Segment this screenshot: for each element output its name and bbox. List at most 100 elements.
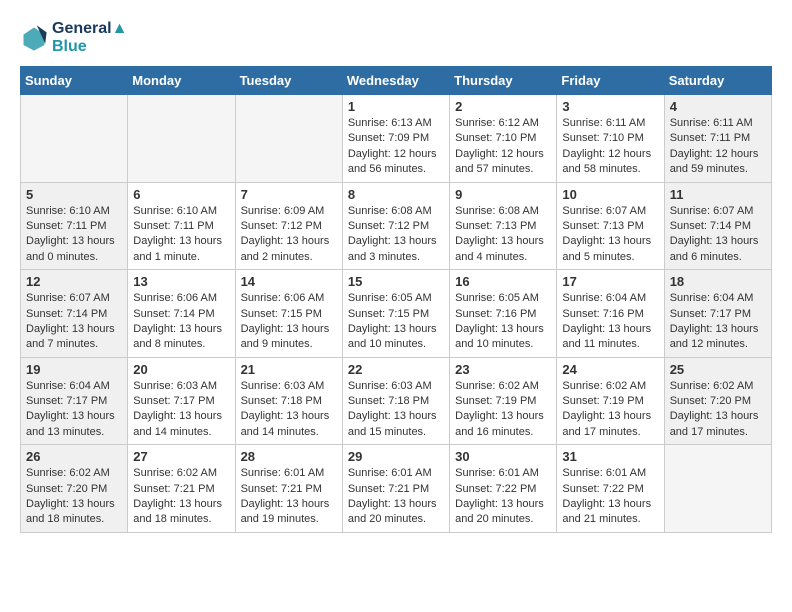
logo: General▲ Blue [20, 20, 127, 56]
calendar-cell: 17 Sunrise: 6:04 AM Sunset: 7:16 PM Dayli… [557, 270, 664, 358]
day-number: 26 [26, 449, 122, 464]
calendar-cell: 8Sunrise: 6:08 AM Sunset: 7:12 PM Daylig… [342, 182, 449, 270]
cell-info: Sunrise: 6:01 AM Sunset: 7:22 PM Dayligh… [455, 466, 551, 528]
calendar-cell: 24 Sunrise: 6:02 AM Sunset: 7:19 PM Dayli… [557, 357, 664, 445]
cell-info: Sunrise: 6:02 AM Sunset: 7:21 PM Dayligh… [133, 466, 229, 528]
calendar-cell [235, 95, 342, 183]
day-number: 1 [348, 99, 444, 114]
cell-info: Sunrise: 6:05 AM Sunset: 7:16 PM Dayligh… [455, 291, 551, 353]
day-number: 13 [133, 274, 229, 289]
cell-info: Sunrise: 6:02 AM Sunset: 7:20 PM Dayligh… [26, 466, 122, 528]
cell-info: Sunrise: 6:02 AM Sunset: 7:20 PM Dayligh… [670, 379, 766, 441]
cell-info: Sunrise: 6:07 AM Sunset: 7:14 PM Dayligh… [26, 291, 122, 353]
cell-info: Sunrise: 6:01 AM Sunset: 7:22 PM Dayligh… [562, 466, 658, 528]
calendar-cell: 2 Sunrise: 6:12 AM Sunset: 7:10 PM Daylig… [450, 95, 557, 183]
day-header-thursday: Thursday [450, 67, 557, 95]
calendar-cell: 1 Sunrise: 6:13 AM Sunset: 7:09 PM Daylig… [342, 95, 449, 183]
calendar-cell: 11 Sunrise: 6:07 AM Sunset: 7:14 PM Dayli… [664, 182, 771, 270]
header-row: SundayMondayTuesdayWednesdayThursdayFrid… [21, 67, 772, 95]
calendar-cell: 9 Sunrise: 6:08 AM Sunset: 7:13 PM Daylig… [450, 182, 557, 270]
cell-info: Sunrise: 6:05 AM Sunset: 7:15 PM Dayligh… [348, 291, 444, 353]
day-number: 15 [348, 274, 444, 289]
day-header-tuesday: Tuesday [235, 67, 342, 95]
calendar-cell [128, 95, 235, 183]
cell-info: Sunrise: 6:10 AM Sunset: 7:11 PM Dayligh… [26, 204, 122, 266]
calendar-week-4: 19 Sunrise: 6:04 AM Sunset: 7:17 PM Dayli… [21, 357, 772, 445]
calendar-cell: 30 Sunrise: 6:01 AM Sunset: 7:22 PM Dayli… [450, 445, 557, 533]
day-number: 4 [670, 99, 766, 114]
day-number: 5 [26, 187, 122, 202]
calendar-cell: 12Sunrise: 6:07 AM Sunset: 7:14 PM Dayli… [21, 270, 128, 358]
calendar-cell: 5 Sunrise: 6:10 AM Sunset: 7:11 PM Daylig… [21, 182, 128, 270]
day-number: 30 [455, 449, 551, 464]
calendar-week-3: 12Sunrise: 6:07 AM Sunset: 7:14 PM Dayli… [21, 270, 772, 358]
day-header-sunday: Sunday [21, 67, 128, 95]
calendar-cell [664, 445, 771, 533]
calendar-cell: 18Sunrise: 6:04 AM Sunset: 7:17 PM Dayli… [664, 270, 771, 358]
day-number: 6 [133, 187, 229, 202]
calendar-cell: 14Sunrise: 6:06 AM Sunset: 7:15 PM Dayli… [235, 270, 342, 358]
cell-info: Sunrise: 6:11 AM Sunset: 7:11 PM Dayligh… [670, 116, 766, 178]
cell-info: Sunrise: 6:08 AM Sunset: 7:13 PM Dayligh… [455, 204, 551, 266]
calendar-cell: 3 Sunrise: 6:11 AM Sunset: 7:10 PM Daylig… [557, 95, 664, 183]
cell-info: Sunrise: 6:04 AM Sunset: 7:16 PM Dayligh… [562, 291, 658, 353]
day-number: 7 [241, 187, 337, 202]
day-number: 3 [562, 99, 658, 114]
day-number: 11 [670, 187, 766, 202]
cell-info: Sunrise: 6:13 AM Sunset: 7:09 PM Dayligh… [348, 116, 444, 178]
day-number: 14 [241, 274, 337, 289]
calendar-cell: 16Sunrise: 6:05 AM Sunset: 7:16 PM Dayli… [450, 270, 557, 358]
calendar-week-5: 26 Sunrise: 6:02 AM Sunset: 7:20 PM Dayli… [21, 445, 772, 533]
day-number: 19 [26, 362, 122, 377]
day-number: 23 [455, 362, 551, 377]
calendar-week-2: 5 Sunrise: 6:10 AM Sunset: 7:11 PM Daylig… [21, 182, 772, 270]
day-header-saturday: Saturday [664, 67, 771, 95]
cell-info: Sunrise: 6:03 AM Sunset: 7:18 PM Dayligh… [348, 379, 444, 441]
cell-info: Sunrise: 6:01 AM Sunset: 7:21 PM Dayligh… [348, 466, 444, 528]
cell-info: Sunrise: 6:11 AM Sunset: 7:10 PM Dayligh… [562, 116, 658, 178]
day-header-wednesday: Wednesday [342, 67, 449, 95]
cell-info: Sunrise: 6:07 AM Sunset: 7:13 PM Dayligh… [562, 204, 658, 266]
calendar-cell: 21 Sunrise: 6:03 AM Sunset: 7:18 PM Dayli… [235, 357, 342, 445]
day-number: 29 [348, 449, 444, 464]
day-number: 31 [562, 449, 658, 464]
day-number: 17 [562, 274, 658, 289]
calendar-cell: 6 Sunrise: 6:10 AM Sunset: 7:11 PM Daylig… [128, 182, 235, 270]
day-number: 27 [133, 449, 229, 464]
calendar-cell: 23 Sunrise: 6:02 AM Sunset: 7:19 PM Dayli… [450, 357, 557, 445]
day-number: 2 [455, 99, 551, 114]
calendar-cell: 31 Sunrise: 6:01 AM Sunset: 7:22 PM Dayli… [557, 445, 664, 533]
calendar-cell: 29 Sunrise: 6:01 AM Sunset: 7:21 PM Dayli… [342, 445, 449, 533]
calendar-cell: 20 Sunrise: 6:03 AM Sunset: 7:17 PM Dayli… [128, 357, 235, 445]
calendar-cell: 10 Sunrise: 6:07 AM Sunset: 7:13 PM Dayli… [557, 182, 664, 270]
calendar-cell: 19 Sunrise: 6:04 AM Sunset: 7:17 PM Dayli… [21, 357, 128, 445]
day-number: 24 [562, 362, 658, 377]
cell-info: Sunrise: 6:08 AM Sunset: 7:12 PM Dayligh… [348, 204, 444, 266]
calendar-table: SundayMondayTuesdayWednesdayThursdayFrid… [20, 66, 772, 533]
day-header-monday: Monday [128, 67, 235, 95]
calendar-cell: 27 Sunrise: 6:02 AM Sunset: 7:21 PM Dayli… [128, 445, 235, 533]
day-number: 22 [348, 362, 444, 377]
day-number: 20 [133, 362, 229, 377]
cell-info: Sunrise: 6:03 AM Sunset: 7:17 PM Dayligh… [133, 379, 229, 441]
cell-info: Sunrise: 6:07 AM Sunset: 7:14 PM Dayligh… [670, 204, 766, 266]
cell-info: Sunrise: 6:06 AM Sunset: 7:14 PM Dayligh… [133, 291, 229, 353]
cell-info: Sunrise: 6:02 AM Sunset: 7:19 PM Dayligh… [562, 379, 658, 441]
cell-info: Sunrise: 6:12 AM Sunset: 7:10 PM Dayligh… [455, 116, 551, 178]
calendar-cell: 28Sunrise: 6:01 AM Sunset: 7:21 PM Dayli… [235, 445, 342, 533]
logo-icon [20, 24, 48, 52]
day-number: 21 [241, 362, 337, 377]
calendar-cell: 7Sunrise: 6:09 AM Sunset: 7:12 PM Daylig… [235, 182, 342, 270]
page: General▲ Blue SundayMondayTuesdayWednesd… [0, 0, 792, 553]
calendar-cell: 26 Sunrise: 6:02 AM Sunset: 7:20 PM Dayli… [21, 445, 128, 533]
cell-info: Sunrise: 6:10 AM Sunset: 7:11 PM Dayligh… [133, 204, 229, 266]
cell-info: Sunrise: 6:04 AM Sunset: 7:17 PM Dayligh… [26, 379, 122, 441]
day-number: 9 [455, 187, 551, 202]
calendar-cell: 13 Sunrise: 6:06 AM Sunset: 7:14 PM Dayli… [128, 270, 235, 358]
calendar-cell [21, 95, 128, 183]
cell-info: Sunrise: 6:02 AM Sunset: 7:19 PM Dayligh… [455, 379, 551, 441]
logo-text: General▲ Blue [52, 20, 127, 56]
cell-info: Sunrise: 6:03 AM Sunset: 7:18 PM Dayligh… [241, 379, 337, 441]
day-number: 10 [562, 187, 658, 202]
cell-info: Sunrise: 6:01 AM Sunset: 7:21 PM Dayligh… [241, 466, 337, 528]
